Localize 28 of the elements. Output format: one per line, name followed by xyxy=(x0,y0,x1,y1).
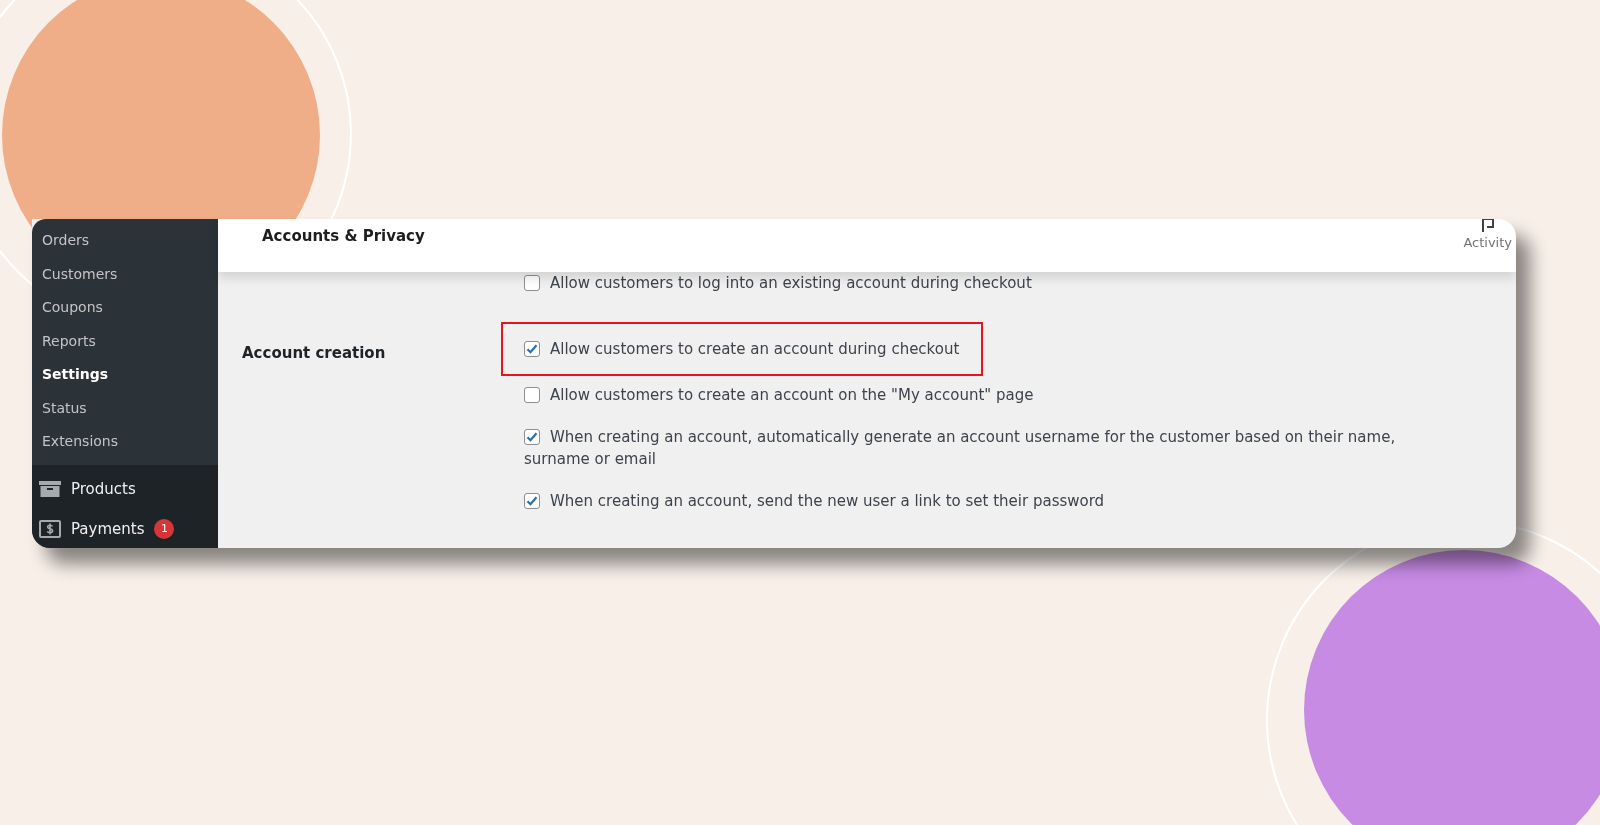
checkbox[interactable] xyxy=(524,275,540,291)
sidebar-item[interactable]: Customers xyxy=(32,257,218,291)
menu-item[interactable]: Payments 1 xyxy=(32,508,218,548)
page-title: Accounts & Privacy xyxy=(262,227,425,245)
sidebar-item[interactable]: Extensions xyxy=(32,425,218,459)
archive-box-icon xyxy=(39,479,61,498)
checkbox-option[interactable]: Allow customers to create an account during checkout xyxy=(503,324,982,374)
checkbox[interactable] xyxy=(524,429,540,445)
checkbox-option[interactable]: When creating an account, send the new user a link to set their password xyxy=(524,480,1105,522)
sidebar-item[interactable]: Reports xyxy=(32,324,218,358)
checkbox[interactable] xyxy=(524,387,540,403)
menu-label[interactable]: Payments xyxy=(71,519,145,538)
menu-item[interactable]: Products xyxy=(32,468,218,509)
field-label: Account creation xyxy=(242,343,387,364)
checkbox-option[interactable]: When creating an account, automatically generate an account username for the customer based on their name, surname or email xyxy=(524,416,1454,480)
sidebar-item[interactable]: Status xyxy=(32,391,218,425)
flag-icon[interactable] xyxy=(1480,219,1495,233)
sidebar-item[interactable]: Settings xyxy=(32,358,218,392)
checkbox[interactable] xyxy=(524,493,540,509)
sidebar-item[interactable]: Orders xyxy=(32,224,218,258)
sidebar-item[interactable]: Coupons xyxy=(32,291,218,325)
checkbox[interactable] xyxy=(524,341,540,357)
menu-label[interactable]: Products xyxy=(71,479,136,498)
activity-button[interactable]: Activity xyxy=(1463,235,1512,250)
checkbox-option[interactable]: Allow customers to create an account on the "My account" page xyxy=(524,374,1034,416)
notification-badge: 1 xyxy=(154,518,175,539)
checkbox-option[interactable]: Allow customers to log into an existing account during checkout xyxy=(524,272,1032,304)
dollar-icon xyxy=(39,519,61,538)
